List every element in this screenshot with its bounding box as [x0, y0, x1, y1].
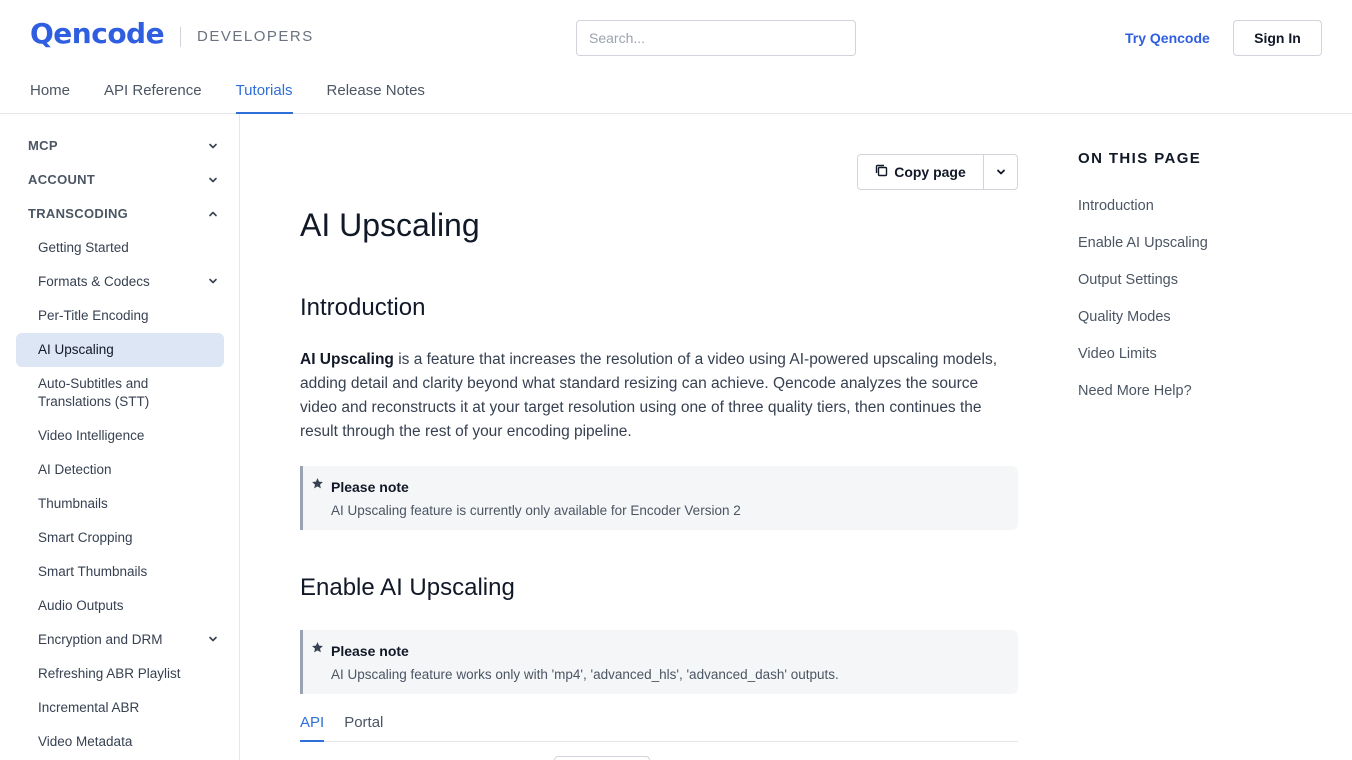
- note-callout: Please note AI Upscaling feature works o…: [300, 630, 1018, 694]
- tabs: API Portal: [300, 708, 1018, 742]
- chevron-down-icon: [208, 276, 218, 286]
- page-title: AI Upscaling: [300, 207, 480, 243]
- enable-ai-upscaling-heading: Enable AI Upscaling: [300, 574, 515, 601]
- site-header: Qencode DEVELOPERS Try Qencode Sign In H…: [0, 0, 1352, 114]
- developers-label: DEVELOPERS: [197, 28, 314, 45]
- sidebar-section-mcp[interactable]: MCP: [28, 138, 218, 158]
- copy-page-group: Copy page: [857, 154, 1018, 190]
- sidebar-item-thumbnails[interactable]: Thumbnails: [16, 495, 224, 513]
- introduction-paragraph: AI Upscaling is a feature that increases…: [300, 348, 1018, 444]
- toc-item-video-limits[interactable]: Video Limits: [1078, 346, 1157, 362]
- content-box-edge: [554, 756, 650, 760]
- nav-release-notes[interactable]: Release Notes: [327, 70, 425, 114]
- sidebar-section-label: ACCOUNT: [28, 172, 96, 187]
- sidebar-item-label: Formats & Codecs: [38, 274, 150, 289]
- star-icon: [311, 477, 324, 495]
- sidebar-item-label: Encryption and DRM: [38, 632, 163, 647]
- sidebar-item-formats-codecs[interactable]: Formats & Codecs: [16, 273, 224, 291]
- sidebar-item-video-intelligence[interactable]: Video Intelligence: [16, 427, 224, 445]
- star-icon: [311, 641, 324, 659]
- toc-item-enable-ai-upscaling[interactable]: Enable AI Upscaling: [1078, 235, 1208, 251]
- note-title: Please note: [331, 479, 409, 495]
- qencode-logo[interactable]: Qencode: [30, 17, 165, 50]
- note-text: AI Upscaling feature is currently only a…: [331, 503, 741, 518]
- intro-text: is a feature that increases the resoluti…: [300, 351, 998, 440]
- copy-icon: [875, 164, 888, 180]
- toc-title: ON THIS PAGE: [1078, 150, 1202, 167]
- sidebar-item-incremental-abr[interactable]: Incremental ABR: [16, 699, 224, 717]
- introduction-heading: Introduction: [300, 294, 426, 321]
- chevron-down-icon: [208, 141, 218, 151]
- toc-item-need-more-help[interactable]: Need More Help?: [1078, 383, 1192, 399]
- sidebar-item-ai-upscaling[interactable]: AI Upscaling: [16, 333, 224, 367]
- sidebar-section-label: MCP: [28, 138, 58, 153]
- top-nav: Home API Reference Tutorials Release Not…: [30, 70, 459, 114]
- chevron-down-icon: [208, 175, 218, 185]
- sidebar-item-per-title-encoding[interactable]: Per-Title Encoding: [16, 307, 224, 325]
- intro-bold-term: AI Upscaling: [300, 351, 394, 368]
- search-input[interactable]: [576, 20, 856, 56]
- chevron-up-icon: [208, 209, 218, 219]
- sidebar-section-transcoding[interactable]: TRANSCODING: [28, 206, 218, 226]
- toc-item-introduction[interactable]: Introduction: [1078, 198, 1154, 214]
- sidebar-item-encryption-drm[interactable]: Encryption and DRM: [16, 631, 224, 649]
- nav-tutorials[interactable]: Tutorials: [235, 70, 293, 114]
- copy-page-label: Copy page: [894, 164, 966, 180]
- sidebar-item-smart-cropping[interactable]: Smart Cropping: [16, 529, 224, 547]
- logo-divider: [180, 27, 181, 47]
- sidebar-item-refreshing-abr[interactable]: Refreshing ABR Playlist: [16, 665, 224, 683]
- copy-page-dropdown[interactable]: [984, 155, 1017, 189]
- note-title: Please note: [331, 643, 409, 659]
- sidebar-item-auto-subtitles[interactable]: Auto-Subtitles and Translations (STT): [16, 375, 224, 411]
- nav-home[interactable]: Home: [30, 70, 70, 114]
- nav-api-reference[interactable]: API Reference: [104, 70, 202, 114]
- tab-portal[interactable]: Portal: [344, 708, 383, 742]
- sidebar-item-ai-detection[interactable]: AI Detection: [16, 461, 224, 479]
- toc-item-quality-modes[interactable]: Quality Modes: [1078, 309, 1171, 325]
- tab-api[interactable]: API: [300, 708, 325, 742]
- chevron-down-icon: [208, 634, 218, 644]
- note-text: AI Upscaling feature works only with 'mp…: [331, 667, 839, 682]
- sidebar-item-audio-outputs[interactable]: Audio Outputs: [16, 597, 224, 615]
- try-qencode-link[interactable]: Try Qencode: [1125, 30, 1210, 46]
- toc-item-output-settings[interactable]: Output Settings: [1078, 272, 1178, 288]
- chevron-down-icon: [996, 165, 1006, 180]
- sidebar-item-getting-started[interactable]: Getting Started: [16, 239, 224, 257]
- sign-in-button[interactable]: Sign In: [1233, 20, 1322, 56]
- sidebar-item-video-metadata[interactable]: Video Metadata: [16, 733, 224, 751]
- note-callout: Please note AI Upscaling feature is curr…: [300, 466, 1018, 530]
- sidebar-section-account[interactable]: ACCOUNT: [28, 172, 218, 192]
- sidebar-section-label: TRANSCODING: [28, 206, 129, 221]
- sidebar-item-smart-thumbnails[interactable]: Smart Thumbnails: [16, 563, 224, 581]
- copy-page-button[interactable]: Copy page: [858, 155, 984, 189]
